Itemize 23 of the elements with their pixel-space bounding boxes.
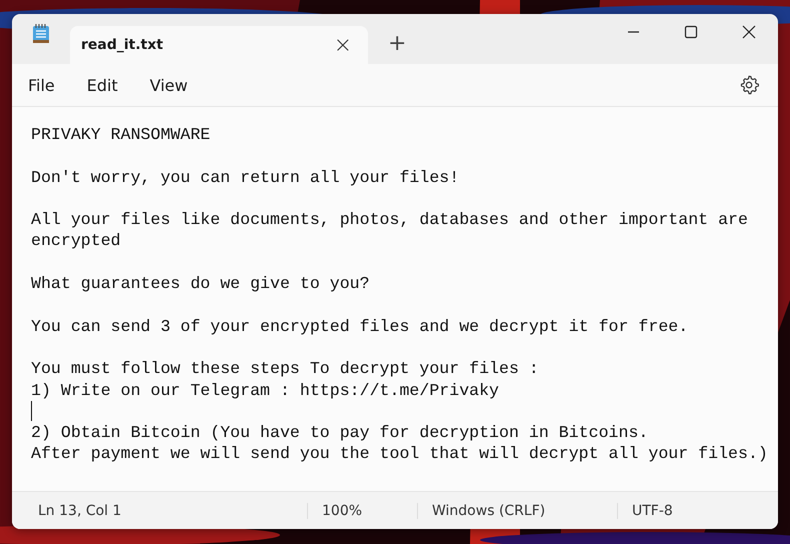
menu-item[interactable]: Edit [76, 72, 128, 98]
notepad-icon [32, 24, 50, 44]
menu-item[interactable]: File [18, 72, 65, 98]
text-line: You can send 3 of your encrypted files and we decrypt it for free. [31, 316, 688, 336]
new-tab-button[interactable]: + [388, 31, 406, 56]
text-line: What guarantees do we give to you? [31, 274, 370, 294]
status-text: Windows (CRLF) [432, 502, 546, 518]
menu-item[interactable]: View [140, 72, 198, 98]
tab[interactable]: read_it.txt × [70, 26, 368, 64]
settings-icon[interactable] [738, 74, 760, 96]
text-line: All your files like documents, photos, databases and other important are [31, 210, 748, 230]
text-cursor [31, 400, 32, 421]
text-line: You must follow these steps To decrypt your files : [31, 359, 539, 378]
text-line: PRIVAKY RANSOMWARE [31, 125, 210, 144]
status-text: UTF-8 [632, 502, 673, 518]
status-text: 100% [322, 502, 362, 518]
text-line: 1) Write on our Telegram : https://t.me/Privaky [31, 380, 500, 400]
text-line: Don't worry, you can return all your files! [31, 168, 460, 187]
close-tab-button[interactable]: × [334, 32, 352, 58]
text-line: encrypted [31, 231, 121, 250]
text-line: After payment we will send you the tool that will decrypt all your files.) [31, 444, 768, 464]
text-line: 2) Obtain Bitcoin (You have to pay for decryption in Bitcoins. [31, 423, 648, 442]
status-text: Ln 13, Col 1 [38, 502, 122, 518]
